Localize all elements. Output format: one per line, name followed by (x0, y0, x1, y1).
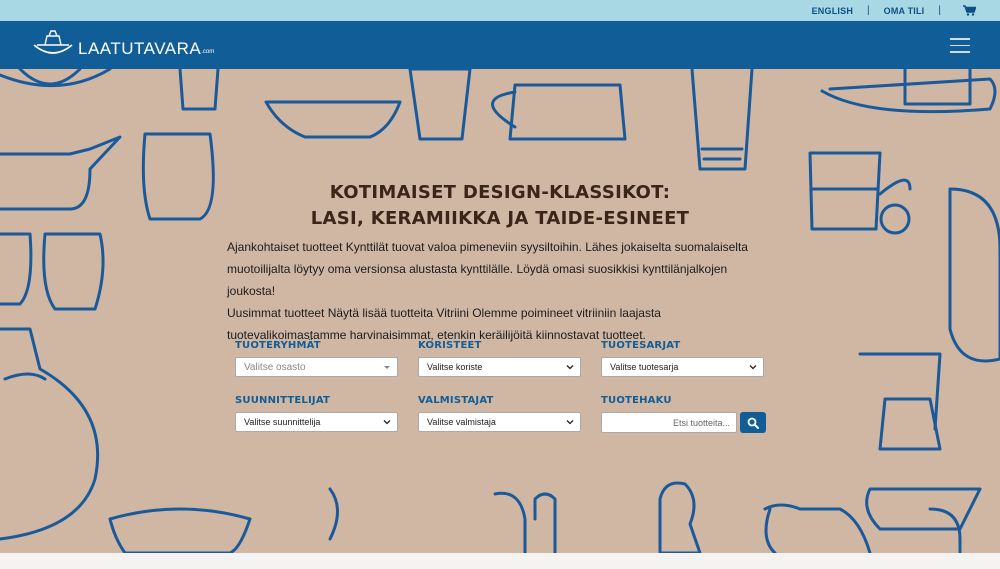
intro-line: Ajankohtaiset tuotteet Kynttilät tuovat … (227, 240, 748, 254)
filter-label: TUOTEHAKU (601, 395, 672, 406)
main-navbar: LAATUTAVARA .com (0, 21, 1000, 69)
headline-line-1: KOTIMAISET DESIGN-KLASSIKOT: (329, 182, 671, 203)
filter-label: VALMISTAJAT (418, 395, 494, 406)
filter-label: SUUNNITTELIJAT (235, 395, 331, 406)
intro-line: muotoilijalta löytyy oma versionsa alust… (227, 262, 728, 298)
filter-series: TUOTESARJAT Valitse tuotesarja (601, 340, 764, 377)
series-select[interactable]: Valitse tuotesarja (601, 357, 764, 377)
boat-logo-icon (33, 30, 73, 54)
filter-search: TUOTEHAKU Etsi tuotteita... (601, 395, 771, 433)
filter-designers: SUUNNITTELIJAT Valitse suunnittelija (235, 395, 398, 432)
separator: | (938, 5, 941, 16)
product-search-input[interactable]: Etsi tuotteita... (601, 412, 737, 433)
chevron-down-icon (566, 365, 574, 370)
page-headline: KOTIMAISET DESIGN-KLASSIKOT: LASI, KERAM… (0, 180, 1000, 232)
intro-text: Ajankohtaiset tuotteet Kynttilät tuovat … (227, 236, 767, 346)
chevron-down-icon (749, 365, 757, 370)
filter-decorations: KORISTEET Valitse koriste (418, 340, 581, 377)
select-value: Valitse suunnittelija (244, 417, 321, 427)
page-footer-strip (0, 553, 1000, 569)
brand-suffix: .com (201, 49, 215, 55)
filter-manufacturers: VALMISTAJAT Valitse valmistaja (418, 395, 581, 432)
select-value: Valitse koriste (427, 362, 483, 372)
chevron-down-icon (384, 366, 390, 369)
filter-product-groups: TUOTERYHMÄT Valitse osasto (235, 340, 398, 377)
manufacturers-select[interactable]: Valitse valmistaja (418, 412, 581, 432)
search-placeholder: Etsi tuotteita... (672, 417, 730, 428)
hamburger-menu-icon[interactable] (950, 38, 970, 53)
chevron-down-icon (383, 420, 391, 425)
filter-label: KORISTEET (418, 340, 482, 351)
headline-line-2: LASI, KERAMIIKKA JA TAIDE-ESINEET (310, 208, 690, 229)
account-link[interactable]: OMA TILI (884, 6, 925, 16)
language-link[interactable]: ENGLISH (812, 6, 853, 16)
shopping-cart-icon[interactable] (963, 5, 976, 16)
search-button[interactable] (740, 412, 766, 433)
filter-label: TUOTERYHMÄT (235, 340, 321, 351)
intro-line: Uusimmat tuotteet Näytä lisää tuotteita … (227, 306, 661, 320)
decorations-select[interactable]: Valitse koriste (418, 357, 581, 377)
brand-logo[interactable]: LAATUTAVARA .com (32, 29, 214, 59)
designers-select[interactable]: Valitse suunnittelija (235, 412, 398, 432)
separator: | (867, 5, 870, 16)
top-utility-bar: ENGLISH | OMA TILI | (0, 0, 1000, 21)
hero-section: KOTIMAISET DESIGN-KLASSIKOT: LASI, KERAM… (0, 69, 1000, 553)
brand-name: LAATUTAVARA (78, 39, 202, 58)
select-value: Valitse valmistaja (427, 417, 496, 427)
select-value: Valitse tuotesarja (610, 362, 679, 372)
filter-label: TUOTESARJAT (601, 340, 681, 351)
product-groups-select[interactable]: Valitse osasto (235, 357, 398, 377)
chevron-down-icon (566, 420, 574, 425)
select-value: Valitse osasto (244, 361, 306, 373)
search-icon (747, 417, 759, 429)
